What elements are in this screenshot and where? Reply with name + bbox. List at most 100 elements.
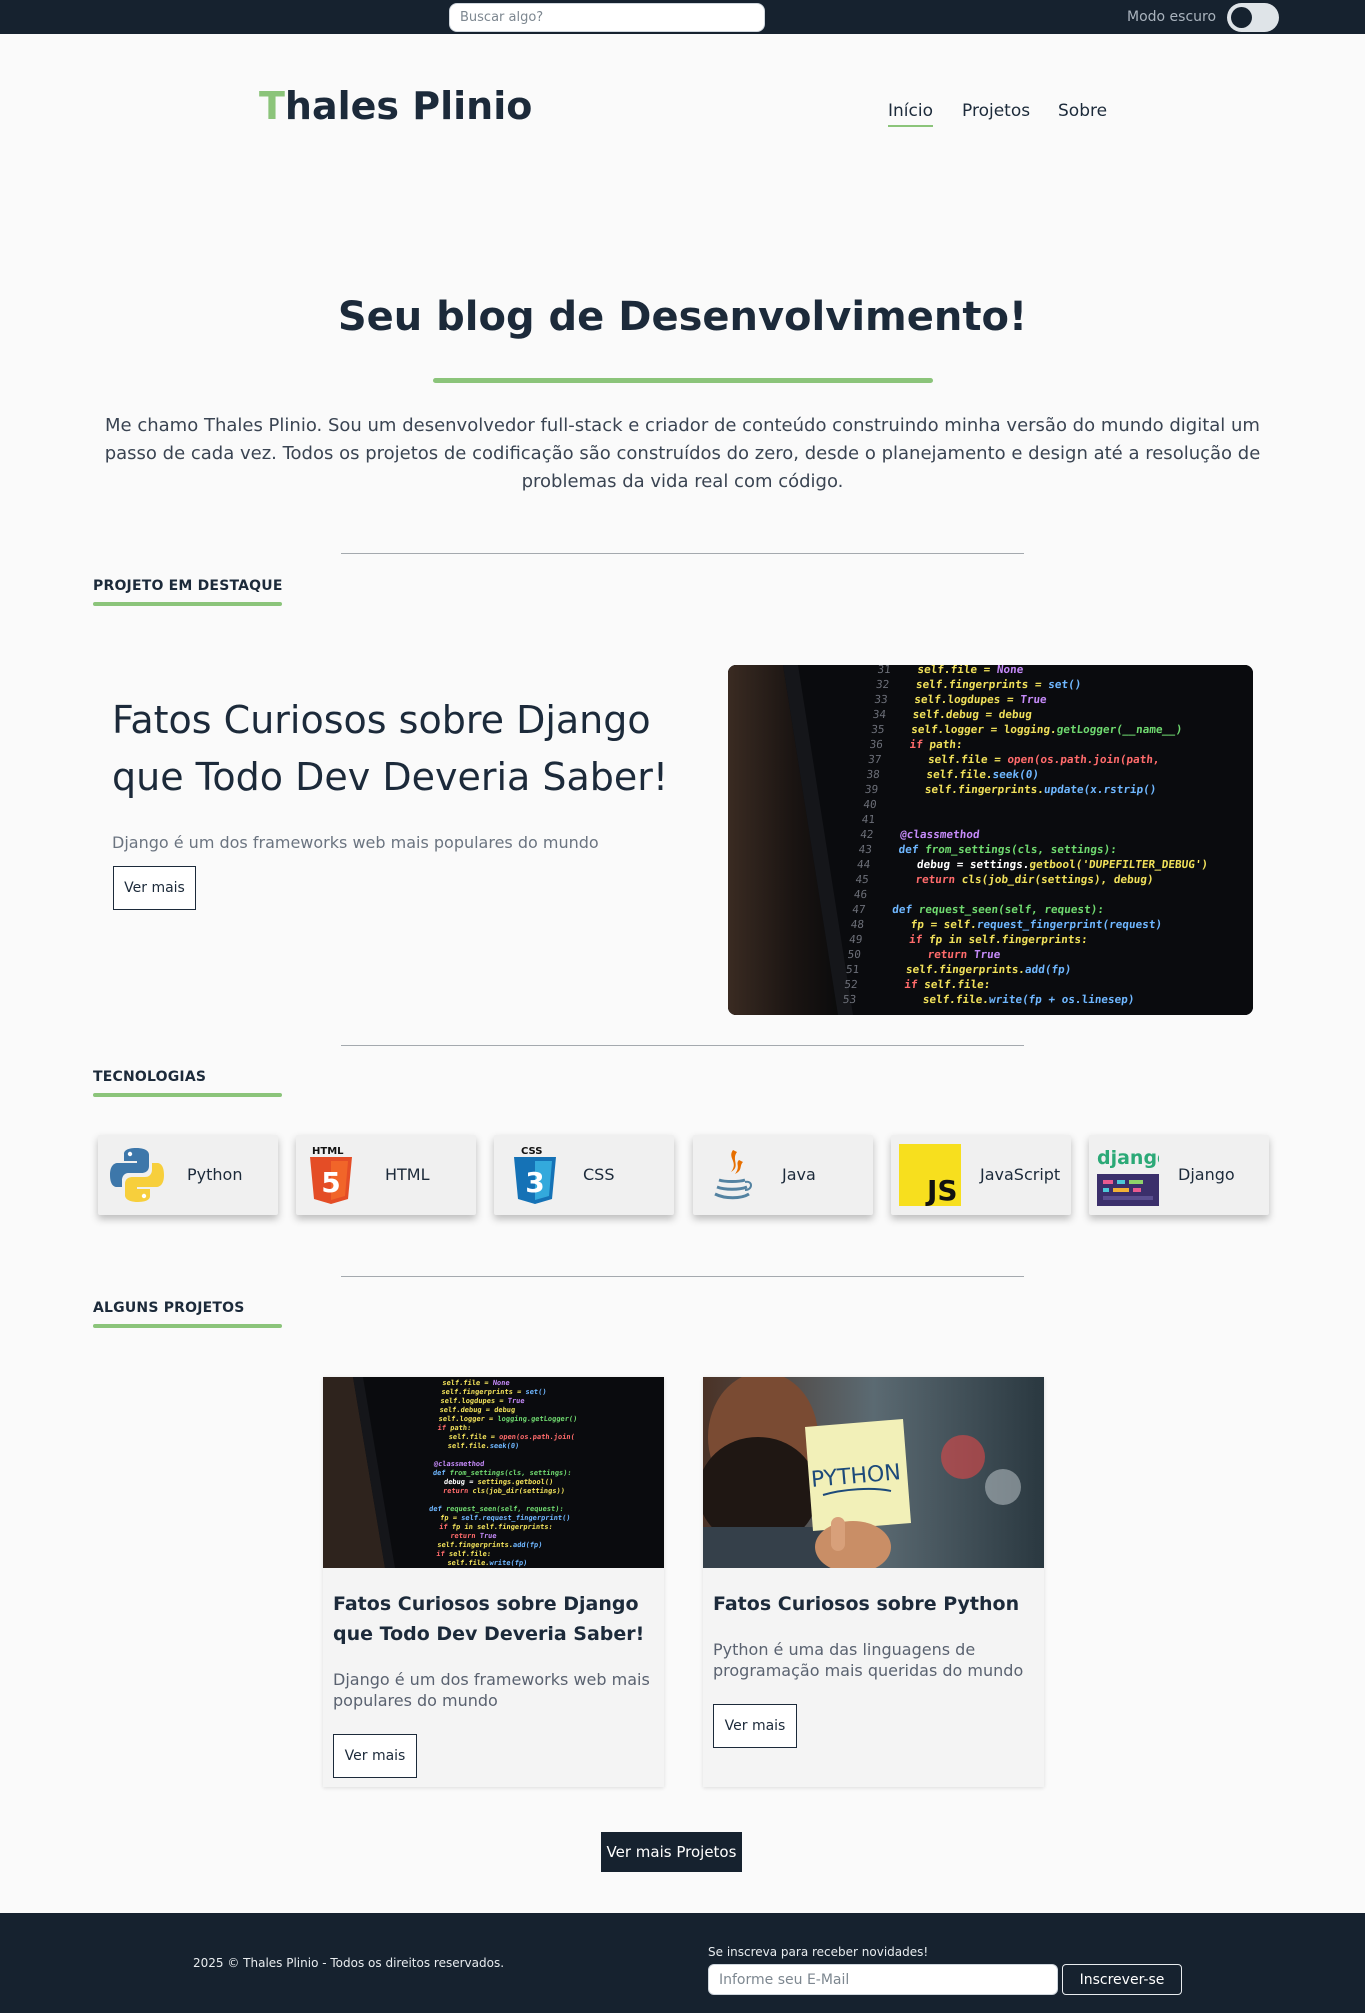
nav-link-inicio[interactable]: Início: [888, 101, 933, 127]
svg-text:47: 47: [852, 903, 867, 916]
section-divider: [341, 1045, 1024, 1046]
svg-text:51: 51: [845, 963, 860, 976]
svg-text:self.file.seek(0): self.file.seek(0): [447, 1441, 519, 1450]
more-projects-button[interactable]: Ver mais Projetos: [601, 1832, 742, 1872]
nav-link-sobre[interactable]: Sobre: [1058, 101, 1107, 121]
toggle-knob: [1231, 7, 1252, 28]
project-card-python[interactable]: PYTHON Fatos Curiosos sobre Python Pytho…: [703, 1377, 1044, 1787]
tech-card-java[interactable]: Java: [693, 1135, 873, 1215]
tech-card-html[interactable]: HTML 5 HTML: [296, 1135, 476, 1215]
svg-text:@classmethod: @classmethod: [900, 828, 981, 841]
newsletter-email-input[interactable]: [708, 1964, 1058, 1995]
svg-text:@classmethod: @classmethod: [433, 1459, 484, 1468]
logo-text: hales Plinio: [284, 84, 533, 128]
svg-text:self.file = None: self.file = None: [917, 665, 1025, 676]
svg-text:def request_seen(self, request: def request_seen(self, request):: [429, 1504, 564, 1513]
svg-text:self.logger = logging.getLogge: self.logger = logging.getLogger(): [438, 1414, 578, 1423]
project-title: Fatos Curiosos sobre Python: [713, 1593, 1020, 1615]
html5-icon: HTML 5: [310, 1146, 352, 1204]
nav-link-projetos[interactable]: Projetos: [962, 101, 1030, 121]
project-more-button[interactable]: Ver mais: [713, 1704, 797, 1748]
css-badge-text: CSS: [521, 1146, 542, 1157]
section-divider: [341, 553, 1024, 554]
svg-text:43: 43: [858, 843, 873, 856]
section-title-featured: PROJETO EM DESTAQUE: [93, 578, 283, 606]
featured-title: Fatos Curiosos sobre Django que Todo Dev…: [112, 698, 669, 799]
section-divider: [341, 1276, 1024, 1277]
svg-text:return cls(job_dir(settings),: return cls(job_dir(settings), debug): [915, 873, 1154, 886]
svg-text:fp = self.request_fingerprint(: fp = self.request_fingerprint(request): [910, 918, 1163, 931]
svg-text:52: 52: [844, 978, 859, 991]
tech-card-css[interactable]: CSS 3 CSS: [494, 1135, 674, 1215]
svg-text:def from_settings(cls, setting: def from_settings(cls, settings):: [432, 1468, 572, 1477]
dark-mode-toggle[interactable]: [1227, 3, 1279, 32]
svg-text:32: 32: [875, 678, 890, 691]
site-logo[interactable]: Thales Plinio: [259, 84, 532, 128]
svg-text:53: 53: [842, 993, 857, 1006]
dark-mode-label: Modo escuro: [1127, 9, 1217, 25]
svg-text:return True: return True: [450, 1531, 497, 1540]
svg-text:45: 45: [855, 873, 870, 886]
svg-text:self.logger = logging.getLogge: self.logger = logging.getLogger(__name__…: [911, 723, 1184, 736]
tech-label: HTML: [385, 1165, 430, 1184]
svg-text:self.logdupes = True: self.logdupes = True: [914, 693, 1048, 706]
svg-text:5: 5: [321, 1166, 340, 1199]
svg-text:if self.file:: if self.file:: [436, 1549, 492, 1558]
svg-text:3: 3: [525, 1166, 544, 1199]
search-input[interactable]: [449, 3, 765, 32]
svg-text:36: 36: [869, 738, 884, 751]
django-badge-text: django: [1097, 1147, 1159, 1169]
svg-text:if fp in self.fingerprints:: if fp in self.fingerprints:: [439, 1522, 553, 1531]
subscribe-button[interactable]: Inscrever-se: [1062, 1964, 1182, 1995]
featured-image-code-screen[interactable]: 31 32 33 34 35 36 37 38 39 40 41 42 43 44 45 46 47 48 49 50…: [728, 665, 1253, 1015]
svg-text:if fp in self.fingerprints:: if fp in self.fingerprints:: [908, 933, 1088, 946]
svg-text:def request_seen(self, request: def request_seen(self, request):: [892, 903, 1105, 916]
svg-text:41: 41: [861, 813, 876, 826]
svg-text:if self.file:: if self.file:: [904, 978, 991, 991]
svg-text:fp = self.request_fingerprint(: fp = self.request_fingerprint(): [440, 1513, 571, 1522]
svg-text:self.fingerprints = set(): self.fingerprints = set(): [441, 1387, 547, 1396]
project-description: Django é um dos frameworks web mais popu…: [333, 1670, 650, 1710]
svg-text:self.fingerprints.add(fp): self.fingerprints.add(fp): [437, 1540, 543, 1549]
featured-more-button[interactable]: Ver mais: [113, 866, 196, 910]
svg-text:38: 38: [866, 768, 881, 781]
tech-label: Django: [1178, 1165, 1235, 1184]
svg-text:34: 34: [872, 708, 887, 721]
svg-text:self.logdupes = True: self.logdupes = True: [440, 1396, 525, 1405]
js-badge-text: JS: [925, 1174, 958, 1206]
tech-label: JavaScript: [980, 1165, 1061, 1184]
featured-description: Django é um dos frameworks web mais popu…: [112, 833, 599, 852]
svg-text:if path:: if path:: [437, 1423, 472, 1432]
svg-text:self.file = None: self.file = None: [442, 1378, 510, 1387]
svg-text:self.debug = debug: self.debug = debug: [912, 708, 1032, 721]
newsletter-label: Se inscreva para receber novidades!: [708, 1945, 929, 1959]
project-image-python-note: PYTHON: [703, 1377, 1044, 1568]
project-more-button[interactable]: Ver mais: [333, 1734, 417, 1778]
tech-label: Python: [187, 1165, 243, 1184]
tech-card-django[interactable]: django Django: [1089, 1135, 1269, 1215]
tech-card-python[interactable]: Python: [98, 1135, 278, 1215]
svg-text:self.file = open(os.path.join(: self.file = open(os.path.join(path,: [927, 753, 1160, 766]
svg-text:39: 39: [864, 783, 879, 796]
footer-copyright: 2025 © Thales Plinio - Todos os direitos…: [193, 1956, 505, 1970]
svg-text:35: 35: [871, 723, 886, 736]
tech-card-javascript[interactable]: JS JavaScript: [891, 1135, 1071, 1215]
svg-text:if path:: if path:: [909, 738, 963, 751]
svg-text:debug = settings.getbool('DUPE: debug = settings.getbool('DUPEFILTER_DEB…: [916, 858, 1208, 871]
code-screen-illustration: 31 32 33 34 35 36 37 38 39 40 41 42 43 44 45 46 47 48 49 50…: [728, 665, 1253, 1015]
svg-text:46: 46: [853, 888, 868, 901]
tech-label: CSS: [583, 1165, 615, 1184]
project-title: Fatos Curiosos sobre Django que Todo Dev…: [333, 1593, 645, 1645]
section-title-technologies: TECNOLOGIAS: [93, 1069, 283, 1097]
svg-text:def from_settings(cls, setting: def from_settings(cls, settings):: [898, 843, 1118, 856]
project-card-django[interactable]: self.file = None self.fingerprints = set…: [323, 1377, 664, 1787]
svg-text:31: 31: [877, 665, 892, 676]
hero-underline: [433, 378, 933, 383]
project-description: Python é uma das linguagens de programaç…: [713, 1640, 1024, 1680]
svg-text:49: 49: [848, 933, 863, 946]
svg-text:debug = settings.getbool(): debug = settings.getbool(): [444, 1477, 554, 1486]
svg-text:44: 44: [856, 858, 871, 871]
svg-text:self.fingerprints.add(fp): self.fingerprints.add(fp): [905, 963, 1072, 976]
svg-text:48: 48: [850, 918, 865, 931]
svg-text:self.fingerprints = set(): self.fingerprints = set(): [915, 678, 1082, 691]
